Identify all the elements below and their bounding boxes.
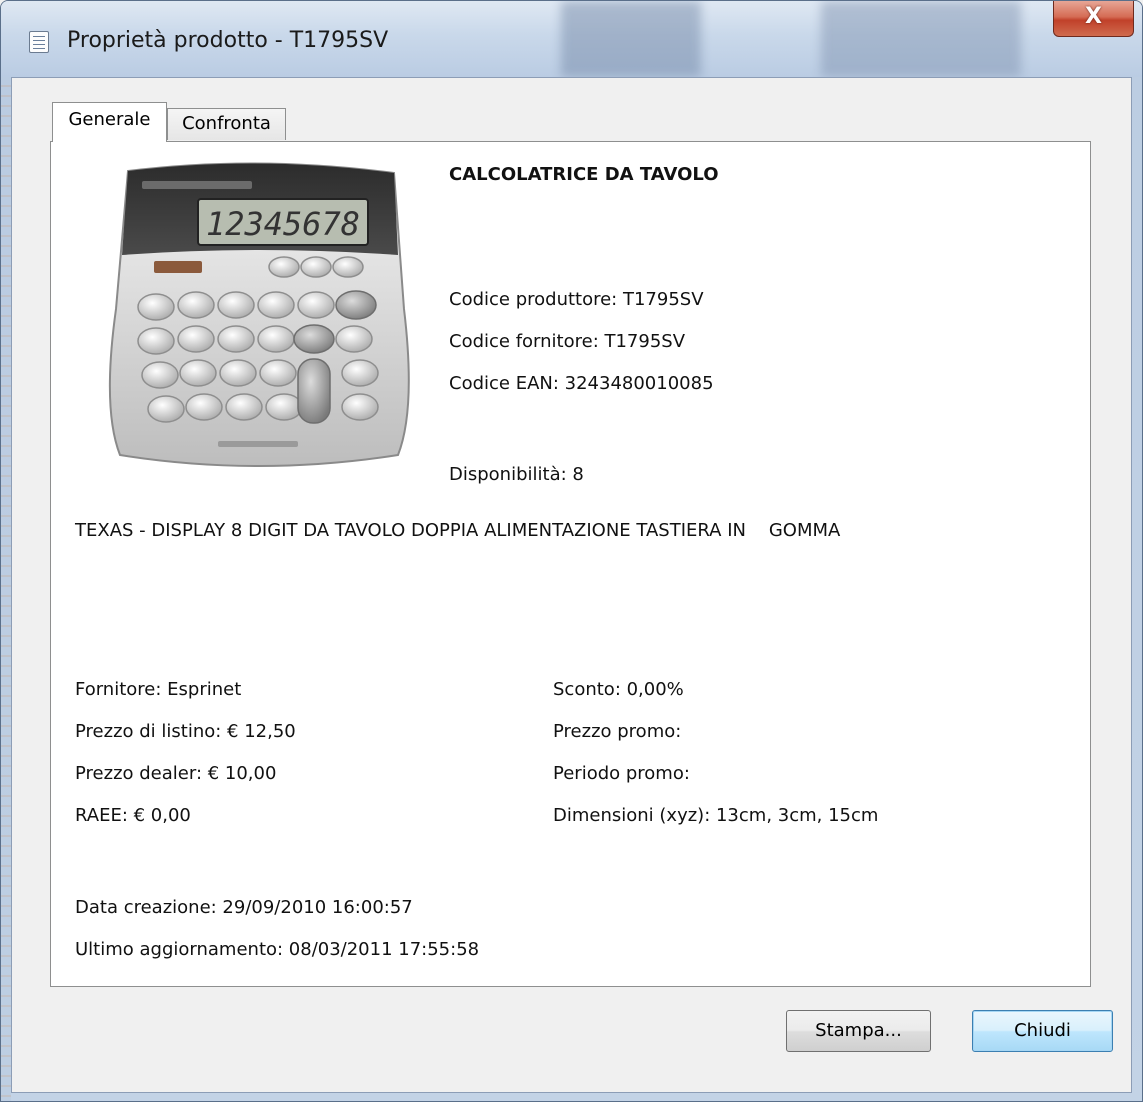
- close-icon: X: [1085, 4, 1102, 29]
- window-properties-icon: [29, 31, 49, 53]
- dimensions: Dimensioni (xyz): 13cm, 3cm, 15cm: [553, 805, 879, 826]
- print-button[interactable]: Stampa...: [786, 1010, 931, 1052]
- tab-confronta[interactable]: Confronta: [167, 108, 286, 140]
- manufacturer-code: Codice produttore: T1795SV: [449, 289, 704, 310]
- tab-generale[interactable]: Generale: [52, 102, 167, 142]
- dealer-price: Prezzo dealer: € 10,00: [75, 763, 277, 784]
- calculator-display-digits: 12345678: [206, 205, 360, 243]
- blurred-background: [821, 1, 1021, 77]
- close-window-button[interactable]: X: [1053, 1, 1134, 37]
- product-name: CALCOLATRICE DA TAVOLO: [449, 164, 719, 185]
- title-bar[interactable]: Proprietà prodotto - T1795SV X: [1, 1, 1142, 77]
- creation-date: Data creazione: 29/09/2010 16:00:57: [75, 897, 413, 918]
- window-border: [1, 77, 11, 1101]
- product-description: TEXAS - DISPLAY 8 DIGIT DA TAVOLO DOPPIA…: [75, 520, 841, 541]
- tab-panel-generale: 12345678 CALCOLATRICE DA TAVOLO Codice p…: [50, 141, 1091, 987]
- discount: Sconto: 0,00%: [553, 679, 684, 700]
- list-price: Prezzo di listino: € 12,50: [75, 721, 296, 742]
- window-title: Proprietà prodotto - T1795SV: [67, 28, 389, 53]
- promo-period: Periodo promo:: [553, 763, 690, 784]
- availability: Disponibilità: 8: [449, 464, 584, 485]
- raee-fee: RAEE: € 0,00: [75, 805, 191, 826]
- last-update-date: Ultimo aggiornamento: 08/03/2011 17:55:5…: [75, 939, 480, 960]
- dialog-client-area: Generale Confronta 12345678 CALCOLATRICE…: [11, 77, 1132, 1093]
- product-properties-window: Proprietà prodotto - T1795SV X Generale …: [0, 0, 1143, 1102]
- supplier-code: Codice fornitore: T1795SV: [449, 331, 686, 352]
- promo-price: Prezzo promo:: [553, 721, 682, 742]
- supplier-name: Fornitore: Esprinet: [75, 679, 242, 700]
- close-button[interactable]: Chiudi: [972, 1010, 1113, 1052]
- product-image-calculator: 12345678: [108, 162, 410, 467]
- ean-code: Codice EAN: 3243480010085: [449, 373, 714, 394]
- blurred-background: [561, 1, 701, 77]
